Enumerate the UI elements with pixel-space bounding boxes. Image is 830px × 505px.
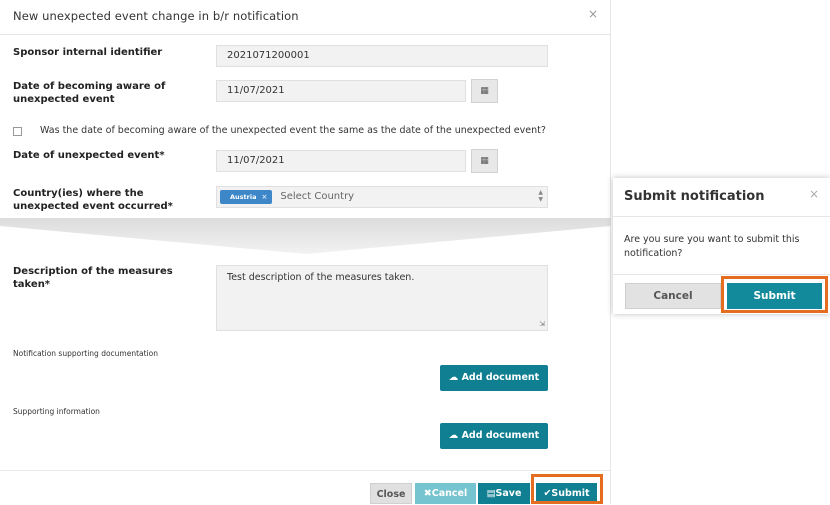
dialog-cancel-button[interactable]: Cancel: [625, 283, 721, 309]
dialog-submit-highlight: [721, 276, 828, 313]
dialog-message: Are you sure you want to submit this not…: [624, 234, 800, 259]
x-icon: ✖: [423, 488, 432, 499]
cancel-button[interactable]: ✖Cancel: [415, 483, 476, 504]
add-document-button[interactable]: ☁ Add document: [440, 365, 548, 391]
measures-text: Test description of the measures taken.: [227, 272, 415, 283]
date-aware-field[interactable]: 11/07/2021: [216, 80, 466, 102]
remove-tag-icon[interactable]: ×: [261, 193, 267, 201]
dialog-divider: [613, 216, 830, 217]
close-button[interactable]: Close: [370, 483, 412, 504]
save-button[interactable]: ▤Save: [478, 483, 530, 504]
add-document-label: Add document: [461, 430, 540, 441]
same-date-checkbox[interactable]: [13, 127, 22, 136]
country-placeholder: Select Country: [280, 191, 355, 202]
supporting-doc-label: Notification supporting documentation: [13, 349, 158, 358]
measures-textarea[interactable]: Test description of the measures taken. …: [216, 265, 548, 331]
sponsor-identifier-field[interactable]: 2021071200001: [216, 45, 548, 67]
sponsor-identifier-label: Sponsor internal identifier: [13, 47, 163, 58]
select-arrows-icon[interactable]: ▲ ▼: [538, 189, 543, 203]
dialog-title: Submit notification: [624, 189, 765, 204]
truncation-fade: [0, 218, 611, 254]
country-select[interactable]: Austria × Select Country ▲ ▼: [216, 186, 548, 208]
cancel-label: Cancel: [431, 488, 468, 499]
resize-handle-icon[interactable]: ⇲: [539, 320, 545, 328]
add-document-button[interactable]: ☁ Add document: [440, 423, 548, 449]
country-label: Country(ies) where the unexpected event …: [13, 188, 173, 212]
save-label: Save: [495, 488, 522, 499]
add-document-label: Add document: [461, 372, 540, 383]
save-icon: ▤: [486, 488, 496, 499]
calendar-icon[interactable]: ▦: [471, 79, 498, 103]
close-icon[interactable]: ×: [809, 187, 819, 201]
cloud-upload-icon: ☁: [448, 372, 459, 383]
same-date-label: Was the date of becoming aware of the un…: [40, 125, 546, 136]
modal-title: New unexpected event change in b/r notif…: [13, 9, 299, 23]
supporting-info-label: Supporting information: [13, 407, 100, 416]
modal-header: New unexpected event change in b/r notif…: [0, 0, 611, 35]
close-icon[interactable]: ×: [588, 7, 598, 21]
measures-label: Description of the measures taken*: [13, 266, 173, 290]
date-aware-label: Date of becoming aware of unexpected eve…: [13, 81, 166, 105]
country-tag[interactable]: Austria ×: [220, 190, 273, 204]
dialog-divider: [613, 274, 830, 275]
submit-highlight: [531, 474, 603, 504]
calendar-icon[interactable]: ▦: [471, 149, 498, 173]
event-date-field[interactable]: 11/07/2021: [216, 150, 466, 172]
notification-modal: New unexpected event change in b/r notif…: [0, 0, 611, 504]
country-tag-label: Austria: [230, 193, 257, 201]
event-date-label: Date of unexpected event*: [13, 150, 165, 161]
cloud-upload-icon: ☁: [448, 430, 459, 441]
